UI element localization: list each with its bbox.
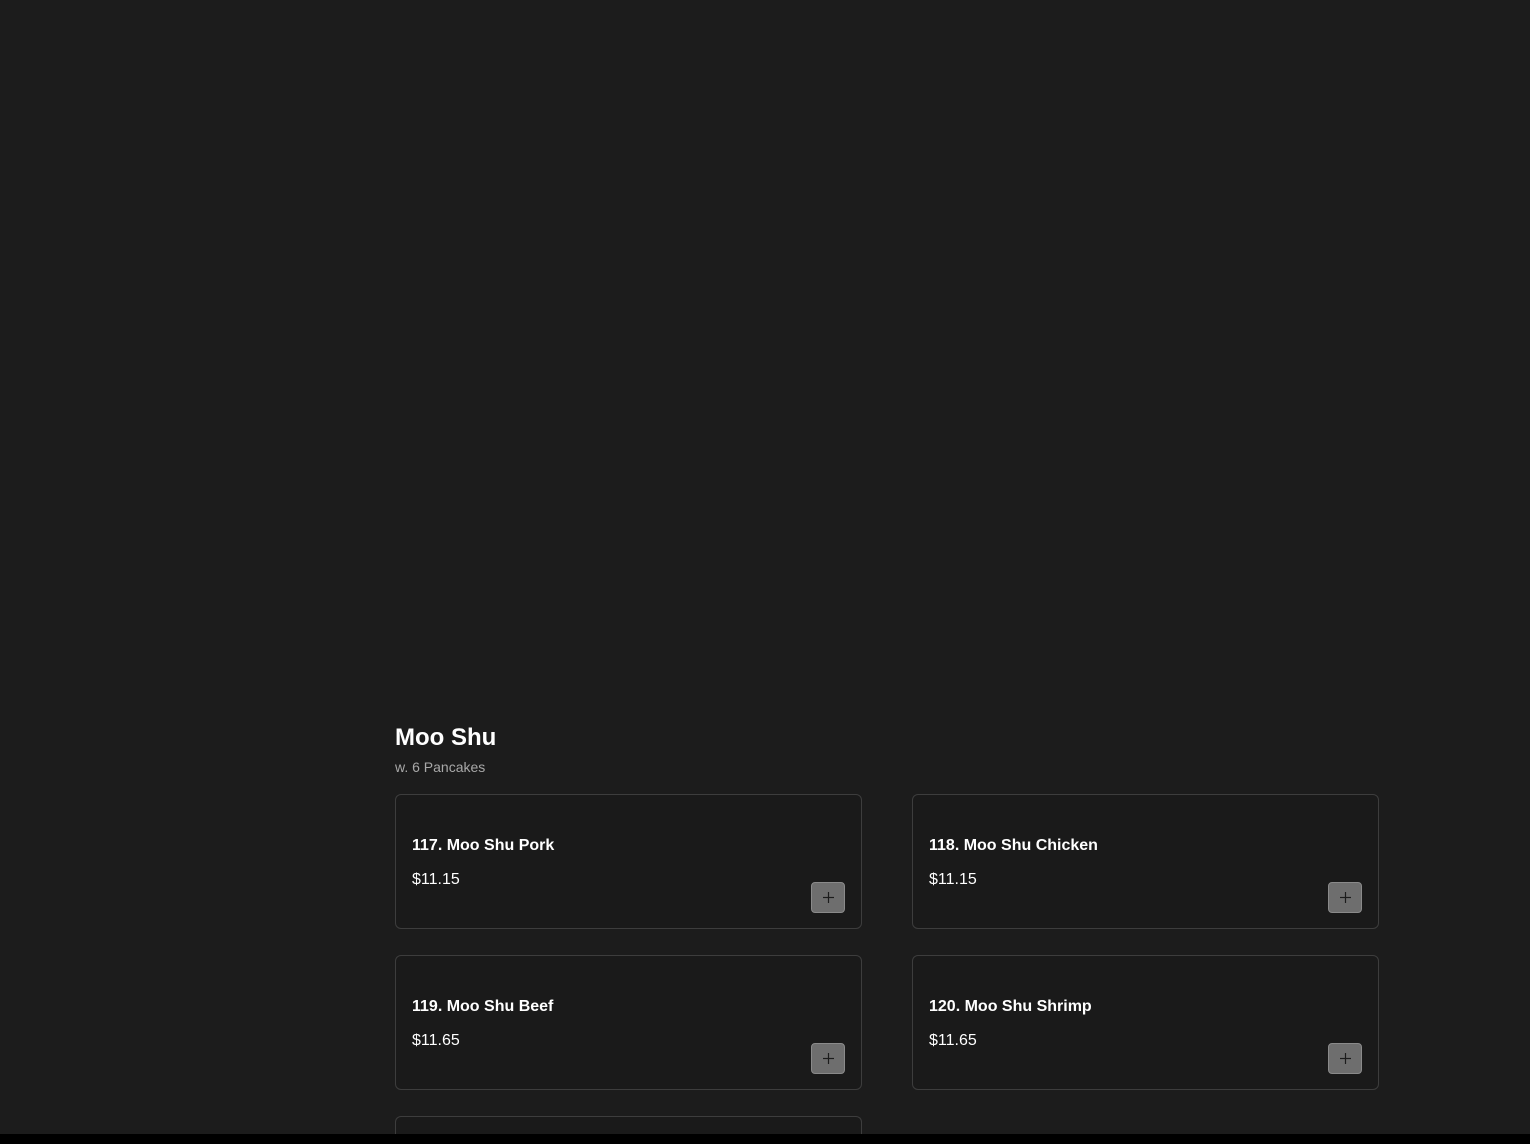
add-to-cart-button[interactable] [1328, 1043, 1362, 1074]
menu-item-name: 120. Moo Shu Shrimp [929, 998, 1092, 1015]
section-subtitle: w. 6 Pancakes [395, 759, 486, 775]
menu-item-name: 118. Moo Shu Chicken [929, 837, 1098, 854]
menu-item-name: 119. Moo Shu Beef [412, 998, 554, 1015]
page: Moo Shu w. 6 Pancakes 117. Moo Shu Pork … [0, 0, 1530, 1144]
add-to-cart-button[interactable] [811, 1043, 845, 1074]
plus-icon [1339, 1053, 1351, 1064]
menu-item-card[interactable]: 120. Moo Shu Shrimp $11.65 [912, 955, 1379, 1090]
menu-item-price: $11.65 [412, 1032, 460, 1049]
menu-item-price: $11.65 [929, 1032, 977, 1049]
menu-item-card[interactable]: 118. Moo Shu Chicken $11.15 [912, 794, 1379, 929]
menu-item-card[interactable]: 117. Moo Shu Pork $11.15 [395, 794, 862, 929]
add-to-cart-button[interactable] [1328, 882, 1362, 913]
bottom-edge-bar [0, 1134, 1530, 1144]
menu-item-name: 117. Moo Shu Pork [412, 837, 555, 854]
menu-item-price: $11.15 [929, 871, 977, 888]
section-title: Moo Shu [395, 724, 497, 751]
menu-item-card[interactable]: 119. Moo Shu Beef $11.65 [395, 955, 862, 1090]
add-to-cart-button[interactable] [811, 882, 845, 913]
plus-icon [822, 892, 834, 903]
menu-section-moo-shu: Moo Shu w. 6 Pancakes 117. Moo Shu Pork … [395, 722, 1381, 1144]
plus-icon [1339, 892, 1351, 903]
plus-icon [822, 1053, 834, 1064]
menu-item-price: $11.15 [412, 871, 460, 888]
